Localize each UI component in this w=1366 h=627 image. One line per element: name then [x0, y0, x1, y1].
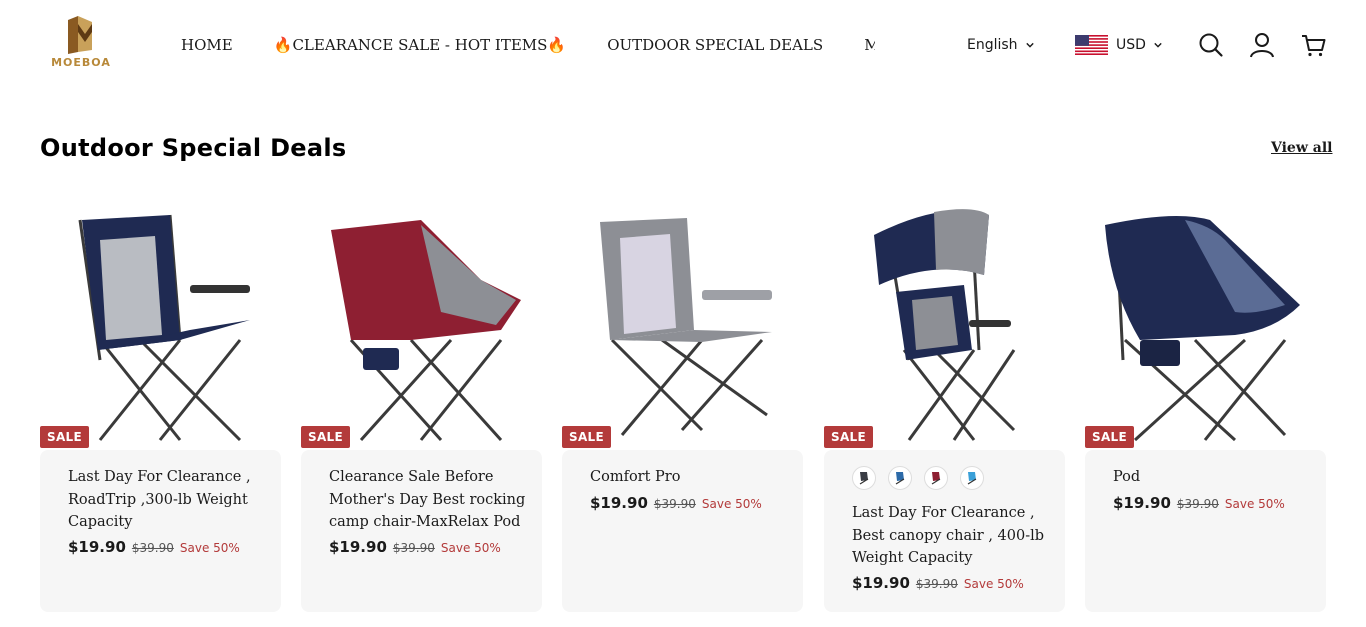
save-percent: Save 50%	[701, 497, 762, 511]
save-percent: Save 50%	[179, 541, 240, 555]
product-card[interactable]: SALE Pod $19.90 $39.90 Save 50%	[1085, 200, 1326, 612]
nav-clearance-sale[interactable]: 🔥CLEARANCE SALE - HOT ITEMS🔥	[274, 34, 566, 56]
product-title[interactable]: Last Day For Clearance , RoadTrip ,300-l…	[68, 466, 268, 534]
product-price: $19.90 $39.90 Save 50%	[329, 538, 501, 556]
product-price: $19.90 $39.90 Save 50%	[590, 494, 762, 512]
us-flag-icon	[1075, 35, 1108, 55]
nav-outdoor-special-deals[interactable]: OUTDOOR SPECIAL DEALS	[607, 34, 823, 56]
product-image[interactable]	[562, 200, 803, 450]
chevron-down-icon	[1154, 42, 1162, 48]
save-percent: Save 50%	[963, 577, 1024, 591]
sale-badge: SALE	[301, 426, 350, 448]
product-price: $19.90 $39.90 Save 50%	[1113, 494, 1285, 512]
product-image[interactable]	[40, 200, 281, 450]
product-card[interactable]: SALE Last Day For Clearance , RoadTrip ,…	[40, 200, 281, 612]
language-label: English	[967, 37, 1018, 53]
compare-price: $39.90	[1176, 497, 1219, 511]
sale-badge: SALE	[824, 426, 873, 448]
product-info: Last Day For Clearance , RoadTrip ,300-l…	[40, 450, 281, 612]
product-title[interactable]: Comfort Pro	[590, 466, 790, 489]
nav-home[interactable]: HOME	[181, 34, 233, 56]
compare-price: $39.90	[915, 577, 958, 591]
logo-wordmark: MOEBOA	[51, 56, 111, 69]
sale-price: $19.90	[852, 574, 910, 592]
language-selector[interactable]: English	[967, 34, 1034, 56]
product-card[interactable]: SALE Comfort Pro $19.90 $39.90 Save 50%	[562, 200, 803, 612]
search-icon	[1199, 33, 1223, 57]
logo-mark-icon	[68, 16, 92, 54]
product-image[interactable]	[824, 200, 1065, 450]
chair-swatch-icon	[967, 472, 977, 485]
store-logo[interactable]: MOEBOA	[44, 14, 118, 72]
chevron-down-icon	[1025, 42, 1034, 48]
sale-price: $19.90	[68, 538, 126, 556]
color-swatch[interactable]	[924, 466, 948, 490]
cart-icon	[1302, 35, 1326, 57]
account-icon	[1250, 33, 1274, 58]
product-image[interactable]	[301, 200, 542, 450]
product-title[interactable]: Clearance Sale Before Mother's Day Best …	[329, 466, 529, 534]
color-swatch[interactable]	[888, 466, 912, 490]
nav-more-links[interactable]: MORE LINKS	[864, 34, 875, 56]
sale-price: $19.90	[1113, 494, 1171, 512]
product-title[interactable]: Pod	[1113, 466, 1313, 489]
product-price: $19.90 $39.90 Save 50%	[852, 574, 1024, 592]
compare-price: $39.90	[392, 541, 435, 555]
view-all-link[interactable]: View all	[1271, 140, 1332, 156]
save-percent: Save 50%	[440, 541, 501, 555]
chair-swatch-icon	[931, 472, 941, 485]
compare-price: $39.90	[653, 497, 696, 511]
account-button[interactable]	[1248, 31, 1276, 59]
currency-selector[interactable]: USD	[1075, 34, 1162, 56]
currency-label: USD	[1116, 37, 1146, 53]
product-card[interactable]: SALE Clearance Sale Before Mother's Day …	[301, 200, 542, 612]
product-info: Pod $19.90 $39.90 Save 50%	[1085, 450, 1326, 612]
main-nav: HOME 🔥CLEARANCE SALE - HOT ITEMS🔥 OUTDOO…	[181, 34, 875, 56]
sale-badge: SALE	[562, 426, 611, 448]
product-price: $19.90 $39.90 Save 50%	[68, 538, 240, 556]
chair-swatch-icon	[859, 472, 869, 485]
color-swatch[interactable]	[960, 466, 984, 490]
product-title[interactable]: Last Day For Clearance , Best canopy cha…	[852, 502, 1052, 570]
save-percent: Save 50%	[1224, 497, 1285, 511]
product-grid: SALE Last Day For Clearance , RoadTrip ,…	[40, 200, 1326, 612]
search-button[interactable]	[1197, 31, 1225, 59]
product-image[interactable]	[1085, 200, 1326, 450]
color-swatches	[852, 466, 996, 490]
sale-badge: SALE	[40, 426, 89, 448]
product-info: Clearance Sale Before Mother's Day Best …	[301, 450, 542, 612]
sale-price: $19.90	[329, 538, 387, 556]
site-header: MOEBOA HOME 🔥CLEARANCE SALE - HOT ITEMS🔥…	[0, 0, 1366, 90]
product-info: Last Day For Clearance , Best canopy cha…	[824, 450, 1065, 612]
cart-button[interactable]	[1300, 31, 1328, 59]
compare-price: $39.90	[131, 541, 174, 555]
chair-swatch-icon	[895, 472, 905, 485]
product-card[interactable]: SALE Last Day For Clearance , Best canop…	[824, 200, 1065, 612]
product-info: Comfort Pro $19.90 $39.90 Save 50%	[562, 450, 803, 612]
sale-badge: SALE	[1085, 426, 1134, 448]
section-title: Outdoor Special Deals	[40, 134, 347, 162]
color-swatch[interactable]	[852, 466, 876, 490]
sale-price: $19.90	[590, 494, 648, 512]
